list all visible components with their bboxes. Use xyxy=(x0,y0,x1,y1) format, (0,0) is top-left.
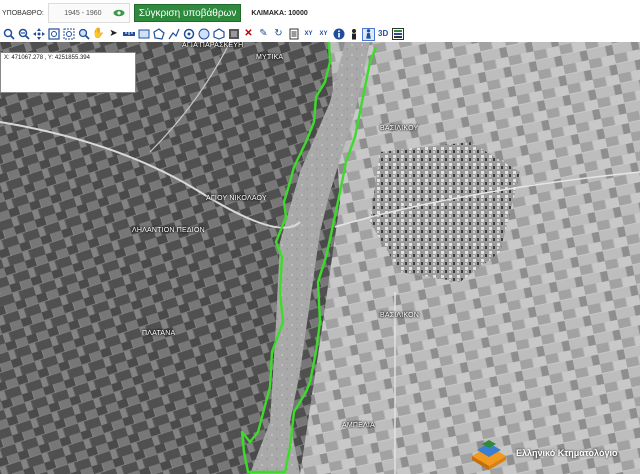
legend-icon[interactable] xyxy=(391,28,404,41)
top-bar: ΥΠΟΒΑΘΡΟ: 1945 - 1960 Σύγκριση υποβάθρων… xyxy=(0,0,640,26)
measure-line-icon[interactable] xyxy=(122,28,135,41)
hand-icon[interactable]: ✋ xyxy=(92,28,105,41)
logo-text: Ελληνικό Κτηματολόγιο xyxy=(516,448,618,458)
basemap-label: ΥΠΟΒΑΘΡΟ: xyxy=(2,9,44,17)
period-select[interactable]: 1945 - 1960 xyxy=(47,3,130,23)
info-icon[interactable] xyxy=(332,28,345,41)
draw-shape-icon[interactable] xyxy=(212,28,225,41)
period-value: 1945 - 1960 xyxy=(64,9,102,17)
place-label: ΜΥΤΙΚΑ xyxy=(256,54,284,61)
place-label: ΛΗΛΑΝΤΙΟΝ ΠΕΔΙΟΝ xyxy=(132,227,205,234)
refresh-icon[interactable]: ↻ xyxy=(272,28,285,41)
eye-icon xyxy=(113,9,125,17)
person-icon[interactable] xyxy=(347,28,360,41)
xy-goto-icon[interactable]: XY xyxy=(317,28,330,41)
ktimatologio-logo: Ελληνικό Κτηματολόγιο xyxy=(468,432,640,474)
coordinate-text: X: 471067.278 , Y: 4251855.394 xyxy=(4,55,90,61)
coordinate-readout: X: 471067.278 , Y: 4251855.394 xyxy=(0,52,136,93)
zoom-layer-icon[interactable] xyxy=(77,28,90,41)
zoom-in-icon[interactable] xyxy=(2,28,15,41)
scale-label: ΚΛΙΜΑΚΑ: 10000 xyxy=(251,9,308,17)
place-label: ΠΛΑΤΑΝΑ xyxy=(142,330,176,337)
place-label: ΒΑΣΙΛΙΚΟΥ xyxy=(380,125,419,132)
3d-button[interactable]: 3D xyxy=(377,28,389,41)
ktimatologio-logo-icon xyxy=(472,440,506,470)
zoom-out-icon[interactable] xyxy=(17,28,30,41)
layers-icon[interactable] xyxy=(227,28,240,41)
place-label: ΒΑΣΙΛΙΚΟΝ xyxy=(380,312,419,319)
measure-area-icon[interactable] xyxy=(137,28,150,41)
zoom-extent-icon[interactable] xyxy=(47,28,60,41)
draw-circle-icon[interactable] xyxy=(197,28,210,41)
aerial-photo xyxy=(0,42,640,474)
map-toolbar: ✋ ➤ ✕ ✎ ↻ XY XY 3D xyxy=(0,26,640,42)
draw-point-icon[interactable] xyxy=(182,28,195,41)
zoom-box-icon[interactable] xyxy=(62,28,75,41)
compare-basemaps-button[interactable]: Σύγκριση υποβάθρων xyxy=(133,4,242,22)
place-label: ΑΓΙΟΥ ΝΙΚΟΛΑΟΥ xyxy=(206,195,267,202)
map-view[interactable]: ΑΓΙΑ ΠΑΡΑΣΚΕΥΗ ΜΥΤΙΚΑ ΒΑΣΙΛΙΚΟΥ ΑΓΙΟΥ ΝΙ… xyxy=(0,42,640,474)
xy-icon[interactable]: XY xyxy=(302,28,315,41)
clear-icon[interactable]: ✕ xyxy=(242,28,255,41)
draw-polygon-icon[interactable] xyxy=(152,28,165,41)
document-icon[interactable] xyxy=(287,28,300,41)
edit-icon[interactable]: ✎ xyxy=(257,28,270,41)
place-label: ΑΜΠΕΛΙΑ xyxy=(342,422,375,429)
select-icon[interactable]: ➤ xyxy=(107,28,120,41)
pan-icon[interactable] xyxy=(32,28,45,41)
place-label: ΑΓΙΑ ΠΑΡΑΣΚΕΥΗ xyxy=(182,42,244,49)
draw-line-icon[interactable] xyxy=(167,28,180,41)
street-view-icon[interactable] xyxy=(362,27,375,41)
